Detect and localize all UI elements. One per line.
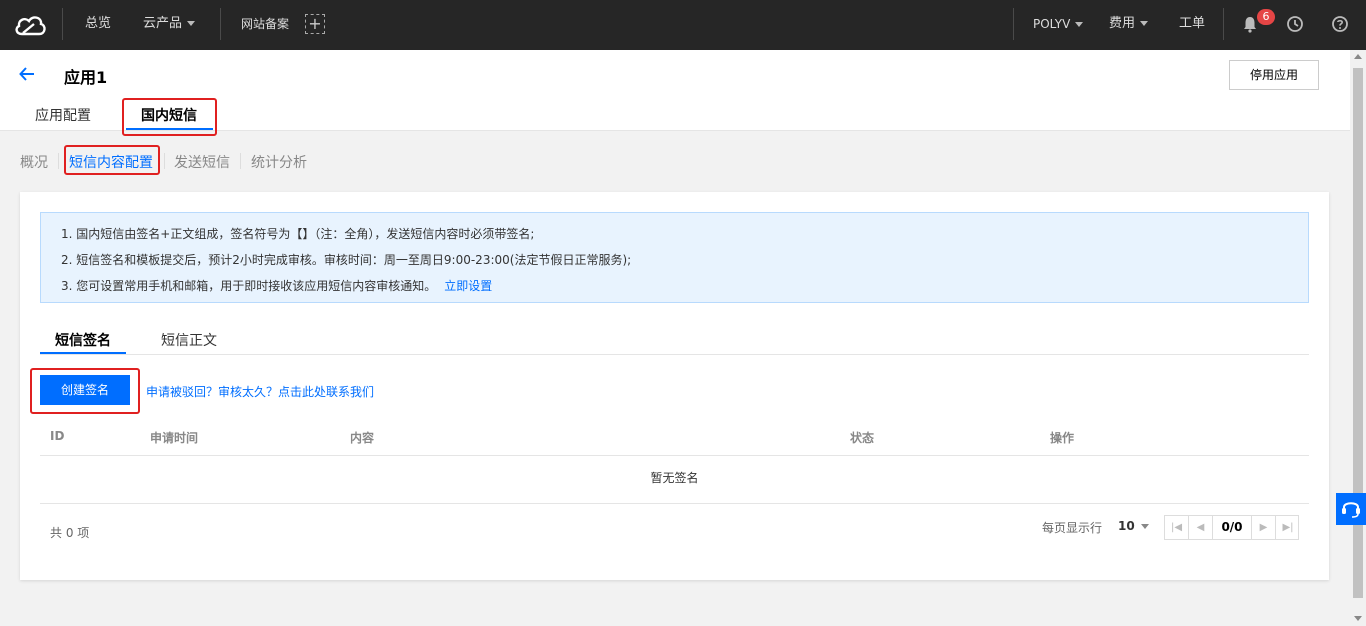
help-icon[interactable] [1331, 15, 1349, 33]
last-page-icon[interactable]: ▶| [1276, 516, 1300, 539]
notice-line-2: 2. 短信签名和模板提交后，预计2小时完成审核。审核时间：周一至周日9:00-2… [61, 253, 632, 267]
nav-products-menu[interactable]: 云产品 [143, 15, 196, 33]
notice-line-3-text: 3. 您可设置常用手机和邮箱，用于即时接收该应用短信内容审核通知。 [61, 279, 437, 293]
top-navigation-bar: 总览 云产品 网站备案 + POLYV 费用 工单 6 [0, 0, 1366, 50]
column-actions: 操作 [1050, 431, 1075, 445]
add-shortcut-icon[interactable]: + [305, 14, 325, 34]
chevron-down-icon [1075, 22, 1084, 27]
subnav-statistics[interactable]: 统计分析 [251, 152, 307, 172]
next-page-icon[interactable]: ▶ [1252, 516, 1276, 539]
headset-icon [1342, 502, 1360, 518]
total-count: 共 0 项 [50, 526, 90, 540]
account-menu[interactable]: POLYV [1033, 15, 1084, 33]
info-notice: 1. 国内短信由签名+正文组成，签名符号为【】（注：全角），发送短信内容时必须带… [40, 212, 1309, 303]
table-header: ID 申请时间 内容 状态 操作 [40, 417, 1309, 456]
notice-line-1: 1. 国内短信由签名+正文组成，签名符号为【】（注：全角），发送短信内容时必须带… [61, 227, 535, 241]
ticket-link[interactable]: 工单 [1179, 15, 1205, 33]
customer-support-button[interactable] [1336, 493, 1366, 525]
chevron-down-icon [187, 21, 196, 26]
page-size-select[interactable]: 10 [1118, 519, 1149, 533]
nav-divider [220, 8, 221, 40]
disable-app-button[interactable]: 停用应用 [1229, 60, 1319, 90]
chevron-down-icon [1140, 21, 1149, 26]
back-arrow-icon[interactable] [18, 65, 36, 83]
nav-divider [1223, 8, 1224, 40]
clock-icon[interactable] [1286, 15, 1304, 33]
subnav-divider [58, 153, 59, 169]
nav-products-label: 云产品 [143, 16, 183, 31]
cloud-logo-icon[interactable] [12, 12, 48, 38]
scroll-down-icon[interactable] [1354, 616, 1362, 621]
page-header: 应用1 停用应用 应用配置 国内短信 [0, 50, 1350, 136]
column-apply-time: 申请时间 [150, 431, 199, 445]
column-status: 状态 [850, 431, 875, 445]
tab-sms-signature[interactable]: 短信签名 [55, 330, 111, 350]
highlight-box-tab [122, 98, 217, 136]
tab-sms-body[interactable]: 短信正文 [161, 330, 217, 350]
sms-inner-tabs: 短信签名 短信正文 [40, 322, 1309, 355]
highlight-box-create [30, 368, 140, 414]
empty-table-message: 暂无签名 [40, 456, 1309, 504]
subnav-send-sms[interactable]: 发送短信 [174, 152, 230, 172]
pagination-control: |◀ ◀ 0/0 ▶ ▶| [1164, 515, 1299, 540]
subnav-overview[interactable]: 概况 [20, 152, 48, 172]
nav-divider [1013, 8, 1014, 40]
scroll-up-icon[interactable] [1354, 54, 1362, 59]
chevron-down-icon [1140, 524, 1149, 529]
billing-label: 费用 [1109, 16, 1136, 31]
page-title: 应用1 [64, 68, 108, 87]
page-scrollbar[interactable] [1350, 50, 1366, 626]
tab-app-config[interactable]: 应用配置 [35, 105, 91, 125]
page-size-value: 10 [1118, 519, 1135, 533]
notice-line-3: 3. 您可设置常用手机和邮箱，用于即时接收该应用短信内容审核通知。 立即设置 [61, 273, 1288, 299]
column-content: 内容 [350, 431, 375, 445]
set-now-link[interactable]: 立即设置 [444, 279, 492, 293]
nav-divider [62, 8, 63, 40]
content-card: 1. 国内短信由签名+正文组成，签名符号为【】（注：全角），发送短信内容时必须带… [20, 192, 1329, 580]
account-name: POLYV [1033, 17, 1071, 31]
notification-count-badge: 6 [1257, 9, 1275, 25]
nav-icp-link[interactable]: 网站备案 [241, 15, 289, 33]
page-indicator: 0/0 [1213, 516, 1252, 539]
subnav-divider [240, 153, 241, 169]
subnav-divider [164, 153, 165, 169]
prev-page-icon[interactable]: ◀ [1189, 516, 1213, 539]
highlight-box-subnav [64, 145, 160, 175]
column-id: ID [50, 429, 65, 443]
contact-us-link[interactable]: 申请被驳回？审核太久？点击此处联系我们 [146, 383, 374, 400]
nav-overview-link[interactable]: 总览 [85, 15, 111, 33]
billing-menu[interactable]: 费用 [1109, 15, 1149, 33]
first-page-icon[interactable]: |◀ [1165, 516, 1189, 539]
per-page-label: 每页显示行 [1042, 521, 1103, 535]
inner-tab-underline [40, 352, 126, 354]
